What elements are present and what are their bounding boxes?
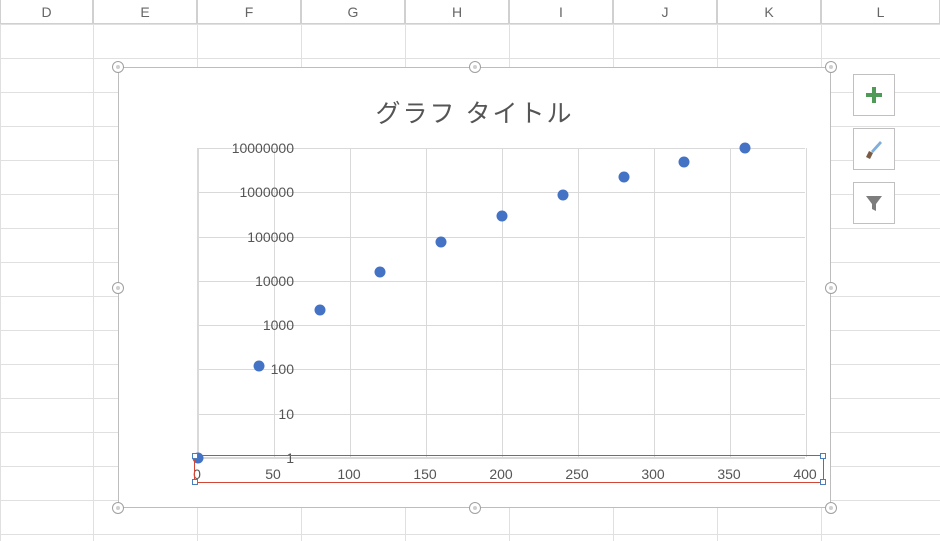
data-point[interactable] — [436, 237, 447, 248]
column-header-E[interactable]: E — [93, 0, 197, 24]
chart-styles-button[interactable] — [853, 128, 895, 170]
y-tick-label: 10000000 — [194, 140, 294, 156]
resize-handle[interactable] — [469, 502, 481, 514]
y-tick-label: 100000 — [194, 229, 294, 245]
column-header-G[interactable]: G — [301, 0, 405, 24]
resize-handle[interactable] — [825, 61, 837, 73]
resize-handle[interactable] — [112, 61, 124, 73]
y-tick-label: 1000000 — [194, 184, 294, 200]
chart-object[interactable]: グラフ タイトル 1101001000100001000001000000100… — [118, 67, 831, 508]
column-header-H[interactable]: H — [405, 0, 509, 24]
resize-handle[interactable] — [112, 502, 124, 514]
brush-icon — [862, 137, 886, 161]
column-header-I[interactable]: I — [509, 0, 613, 24]
funnel-icon — [863, 192, 885, 214]
resize-handle[interactable] — [112, 282, 124, 294]
resize-handle[interactable] — [469, 61, 481, 73]
data-point[interactable] — [740, 143, 751, 154]
data-point[interactable] — [618, 172, 629, 183]
column-header-D[interactable]: D — [0, 0, 93, 24]
column-header-F[interactable]: F — [197, 0, 301, 24]
resize-handle[interactable] — [825, 502, 837, 514]
y-tick-label: 10000 — [194, 273, 294, 289]
x-axis-selection[interactable] — [194, 455, 824, 483]
chart-title[interactable]: グラフ タイトル — [119, 94, 830, 130]
column-header-J[interactable]: J — [613, 0, 717, 24]
data-point[interactable] — [497, 211, 508, 222]
resize-handle[interactable] — [825, 282, 837, 294]
data-point[interactable] — [679, 156, 690, 167]
y-tick-label: 1000 — [194, 317, 294, 333]
data-point[interactable] — [314, 304, 325, 315]
spreadsheet-stage: DEFGHIJKL グラフ タイトル 110100100010000100000… — [0, 0, 940, 541]
data-point[interactable] — [557, 189, 568, 200]
plus-icon — [864, 85, 884, 105]
data-point[interactable] — [375, 266, 386, 277]
chart-filters-button[interactable] — [853, 182, 895, 224]
chart-elements-button[interactable] — [853, 74, 895, 116]
y-tick-label: 10 — [194, 406, 294, 422]
column-header-K[interactable]: K — [717, 0, 821, 24]
y-tick-label: 100 — [194, 361, 294, 377]
column-header-L[interactable]: L — [821, 0, 940, 24]
